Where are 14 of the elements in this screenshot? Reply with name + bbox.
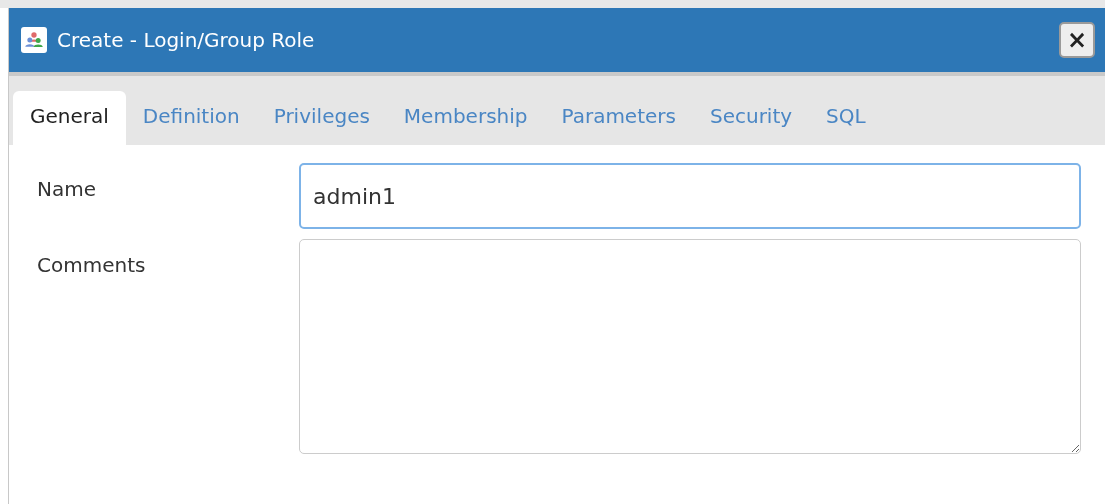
comments-field[interactable] — [299, 239, 1081, 454]
people-icon — [21, 27, 47, 53]
tab[interactable]: General — [13, 91, 126, 145]
close-button[interactable]: × — [1059, 22, 1095, 58]
tab[interactable]: SQL — [809, 91, 883, 145]
field-label: Comments — [37, 252, 147, 279]
field-label: Name — [37, 176, 97, 203]
tab[interactable]: Security — [692, 91, 810, 145]
name-field[interactable]: admin1 — [299, 163, 1081, 229]
tab[interactable]: Definition — [125, 91, 257, 145]
tab[interactable]: Membership — [386, 91, 545, 145]
tab[interactable]: Parameters — [544, 91, 693, 145]
window-title: Create - Login/Group Role — [57, 28, 316, 52]
tab[interactable]: Privileges — [256, 91, 387, 145]
